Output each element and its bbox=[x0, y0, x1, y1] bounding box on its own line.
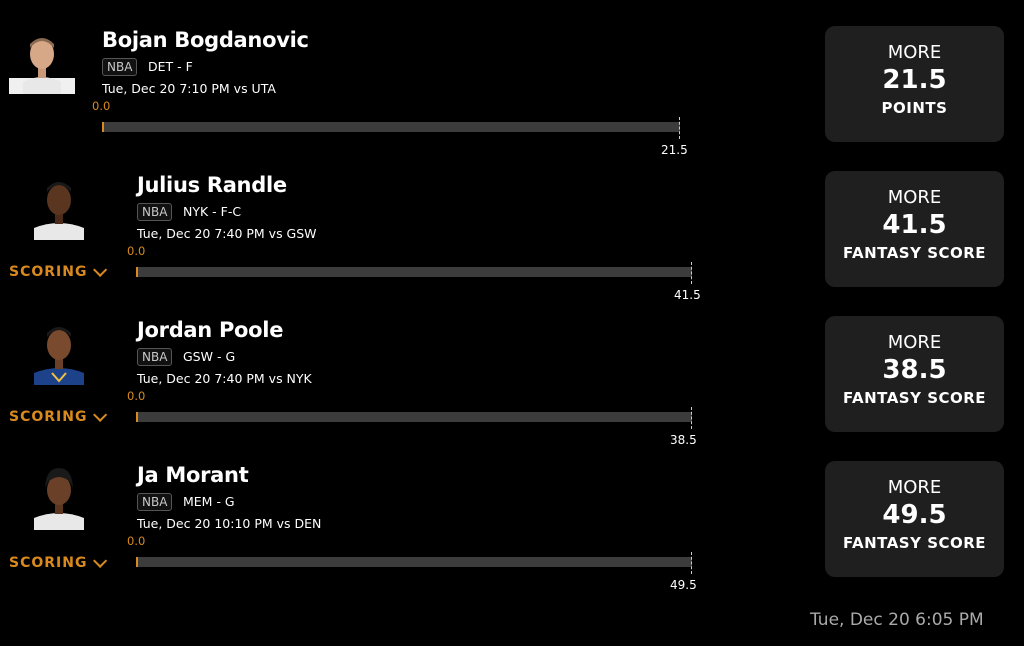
progress-bar bbox=[136, 267, 692, 277]
bar-start-label: 0.0 bbox=[127, 534, 146, 548]
player-name: Ja Morant bbox=[137, 463, 249, 487]
league-badge: NBA bbox=[137, 203, 173, 221]
player-name: Jordan Poole bbox=[137, 318, 284, 342]
pick-line: 49.5 bbox=[882, 500, 947, 530]
pick-line: 21.5 bbox=[882, 65, 947, 95]
scoring-toggle[interactable]: SCORING bbox=[9, 553, 108, 571]
team-position: GSW - G bbox=[183, 349, 236, 364]
bar-end-label: 21.5 bbox=[661, 143, 688, 157]
bar-end-marker bbox=[691, 407, 692, 429]
chevron-down-icon bbox=[93, 262, 108, 277]
pick-direction: MORE bbox=[887, 187, 942, 208]
bar-start-label: 0.0 bbox=[127, 244, 146, 258]
pick-direction: MORE bbox=[887, 477, 942, 498]
pick-stat: FANTASY SCORE bbox=[842, 534, 987, 552]
league-badge: NBA bbox=[137, 493, 173, 511]
player-name: Bojan Bogdanovic bbox=[102, 28, 309, 52]
player-avatar bbox=[9, 38, 75, 94]
pick-stat: FANTASY SCORE bbox=[842, 389, 987, 407]
bar-end-marker bbox=[679, 117, 680, 139]
progress-bar bbox=[136, 412, 692, 422]
game-time: Tue, Dec 20 7:10 PM vs UTA bbox=[102, 81, 276, 96]
footer-timestamp: Tue, Dec 20 6:05 PM bbox=[810, 610, 984, 630]
pick-stat: FANTASY SCORE bbox=[842, 244, 987, 262]
scoring-toggle[interactable]: SCORING bbox=[9, 407, 108, 425]
bar-end-marker bbox=[691, 262, 692, 284]
scoring-label: SCORING bbox=[9, 264, 88, 280]
bar-end-label: 38.5 bbox=[670, 433, 697, 447]
bar-end-marker bbox=[691, 552, 692, 574]
pick-line: 41.5 bbox=[882, 210, 947, 240]
team-position: MEM - G bbox=[183, 494, 235, 509]
bar-end-label: 41.5 bbox=[674, 288, 701, 302]
scoring-label: SCORING bbox=[9, 555, 88, 571]
game-time: Tue, Dec 20 7:40 PM vs GSW bbox=[137, 226, 317, 241]
pick-direction: MORE bbox=[887, 42, 942, 63]
progress-bar bbox=[102, 122, 680, 132]
pick-direction: MORE bbox=[887, 332, 942, 353]
team-position: NYK - F-C bbox=[183, 204, 242, 219]
chevron-down-icon bbox=[93, 407, 108, 422]
game-time: Tue, Dec 20 7:40 PM vs NYK bbox=[137, 371, 312, 386]
bar-end-label: 49.5 bbox=[670, 578, 697, 592]
league-badge: NBA bbox=[102, 58, 138, 76]
progress-bar bbox=[136, 557, 692, 567]
pick-card[interactable]: MORE 49.5 FANTASY SCORE bbox=[825, 461, 1004, 577]
team-position: DET - F bbox=[148, 59, 193, 74]
pick-card[interactable]: MORE 38.5 FANTASY SCORE bbox=[825, 316, 1004, 432]
league-badge: NBA bbox=[137, 348, 173, 366]
bar-start-label: 0.0 bbox=[127, 389, 146, 403]
pick-line: 38.5 bbox=[882, 355, 947, 385]
player-avatar bbox=[34, 182, 84, 240]
game-time: Tue, Dec 20 10:10 PM vs DEN bbox=[137, 516, 322, 531]
pick-card[interactable]: MORE 41.5 FANTASY SCORE bbox=[825, 171, 1004, 287]
player-avatar bbox=[34, 327, 84, 385]
bar-start-label: 0.0 bbox=[92, 99, 111, 113]
chevron-down-icon bbox=[93, 553, 108, 568]
scoring-label: SCORING bbox=[9, 409, 88, 425]
pick-card[interactable]: MORE 21.5 POINTS bbox=[825, 26, 1004, 142]
pick-stat: POINTS bbox=[881, 99, 948, 117]
scoring-toggle[interactable]: SCORING bbox=[9, 262, 108, 280]
player-avatar bbox=[34, 468, 84, 530]
player-name: Julius Randle bbox=[137, 173, 287, 197]
